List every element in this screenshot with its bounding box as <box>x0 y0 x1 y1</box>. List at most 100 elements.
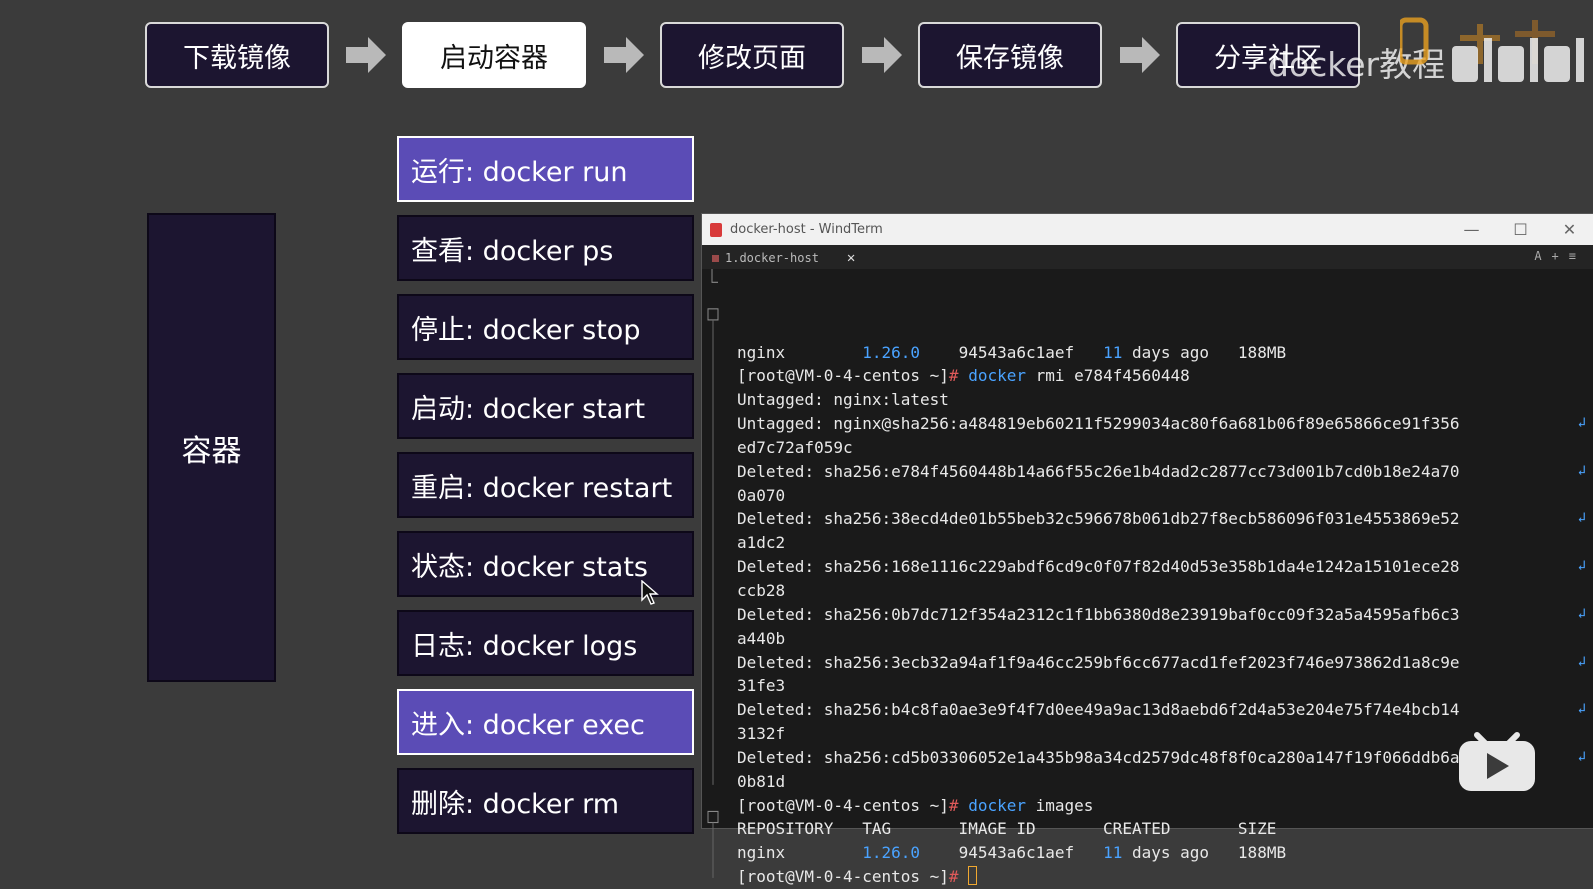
output-line-wrapped: ed7c72af059c <box>737 436 1593 460</box>
command-ps: 查看: docker ps <box>397 215 694 281</box>
prompt: [root@VM-0-4-centos ~] <box>737 366 949 386</box>
output-key: Untagged <box>737 390 815 410</box>
wrapped-text: ed7c72af059c <box>737 437 853 457</box>
output-value: sha256 <box>823 747 882 767</box>
output-value-rest: :a484819eb60211f5299034ac80f6a681b06f89e… <box>948 414 1460 434</box>
tab-tools[interactable]: A+≡ <box>1534 249 1586 263</box>
tab-label: 1.docker-host <box>725 251 819 265</box>
output-line: Deleted: sha256:0b7dc712f354a2312c1f1bb6… <box>737 603 1593 627</box>
output-value-rest: :e784f4560448b14a66f55c26e1b4dad2c2877cc… <box>881 461 1460 481</box>
prompt-line: [root@VM-0-4-centos ~]# docker rmi e784f… <box>737 364 1593 388</box>
tab-docker-host[interactable]: 1.docker-host ✕ <box>712 250 855 266</box>
output-key: Deleted <box>737 509 805 529</box>
arrow-icon <box>1120 37 1160 73</box>
output-value-rest: :38ecd4de01b55beb32c596678b061db27f8ecb5… <box>881 509 1460 529</box>
output-line-wrapped: 31fe3 <box>737 674 1593 698</box>
step-modify-page: 修改页面 <box>660 22 844 88</box>
output-value: nginx@sha256 <box>833 414 949 434</box>
output-value-rest: :cd5b03306052e1a435b98a34cd2579dc48f8f0c… <box>881 747 1460 767</box>
command-exec: 进入: docker exec <box>397 689 694 755</box>
output-value: sha256 <box>823 557 882 577</box>
line-wrap-icon: ↲ <box>1577 558 1586 575</box>
line-wrap-icon: ↲ <box>1577 653 1586 670</box>
output-value: sha256 <box>823 604 882 624</box>
command-restart: 重启: docker restart <box>397 452 694 518</box>
step-download-image: 下载镜像 <box>145 22 329 88</box>
command-name: docker <box>968 795 1026 815</box>
separator: : <box>814 390 834 410</box>
prompt: [root@VM-0-4-centos ~] <box>737 795 949 815</box>
image-id: 94543a6c1aef <box>920 342 1104 362</box>
terminal-title: docker-host - WindTerm <box>730 222 883 237</box>
maximize-icon[interactable]: ☐ <box>1496 214 1545 245</box>
wrapped-text: 0a070 <box>737 485 786 505</box>
image-row: nginx 1.26.0 94543a6c1aef 11 days ago 18… <box>737 341 1593 365</box>
terminal-tab-bar: 1.docker-host ✕ A+≡ <box>702 245 1593 269</box>
tab-close-icon[interactable]: ✕ <box>847 250 855 266</box>
output-value-rest: :0b7dc712f354a2312c1f1bb6380d8e23919baf0… <box>881 604 1460 624</box>
output-key: Deleted <box>737 557 805 577</box>
mouse-cursor-icon <box>641 580 659 605</box>
minimize-icon[interactable]: — <box>1447 214 1496 245</box>
line-wrap-icon: ↲ <box>1577 748 1586 765</box>
command-start: 启动: docker start <box>397 373 694 439</box>
output-value-rest: :b4c8fa0ae3e9f4f7d0ee49a9ac13d8aebd6f2d4… <box>881 700 1460 720</box>
image-id: 94543a6c1aef <box>920 843 1104 863</box>
output-value: sha256 <box>823 700 882 720</box>
container-box: 容器 <box>147 213 276 682</box>
created-size: days ago 188MB <box>1122 843 1287 863</box>
output-key: Deleted <box>737 747 805 767</box>
output-line: Deleted: sha256:3ecb32a94af1f9a46cc259bf… <box>737 651 1593 675</box>
output-line: Deleted: sha256:b4c8fa0ae3e9f4f7d0ee49a9… <box>737 698 1593 722</box>
separator: : <box>804 700 824 720</box>
output-line: Untagged: nginx:latest <box>737 388 1593 412</box>
wrapped-text: ccb28 <box>737 580 786 600</box>
output-line: Deleted: sha256:168e1116c229abdf6cd9c0f0… <box>737 555 1593 579</box>
output-value-rest: :3ecb32a94af1f9a46cc259bf6cc677acd1fef20… <box>881 652 1460 672</box>
output-line: Deleted: sha256:e784f4560448b14a66f55c26… <box>737 460 1593 484</box>
repo-name: nginx <box>737 843 863 863</box>
wrapped-text: a1dc2 <box>737 533 786 553</box>
arrow-icon <box>604 37 644 73</box>
created-number: 11 <box>1103 342 1123 362</box>
terminal-output[interactable]: nginx 1.26.0 94543a6c1aef 11 days ago 18… <box>702 269 1593 889</box>
table-header-text: REPOSITORY TAG IMAGE ID CREATED SIZE <box>737 819 1277 839</box>
output-key: Untagged <box>737 414 815 434</box>
command-stop: 停止: docker stop <box>397 294 694 360</box>
play-badge-icon <box>1459 732 1535 791</box>
line-wrap-icon: ↲ <box>1577 510 1586 527</box>
output-key: Deleted <box>737 461 805 481</box>
output-line-wrapped: a1dc2 <box>737 531 1593 555</box>
command-logs: 日志: docker logs <box>397 610 694 676</box>
command-rm: 删除: docker rm <box>397 768 694 834</box>
output-line: Untagged: nginx@sha256:a484819eb60211f52… <box>737 412 1593 436</box>
separator: : <box>804 557 824 577</box>
fold-gutter <box>707 269 719 878</box>
output-key: Deleted <box>737 604 805 624</box>
prompt-line-current: [root@VM-0-4-centos ~]# <box>737 865 1593 889</box>
image-tag: 1.26.0 <box>862 342 921 362</box>
command-name: docker <box>968 366 1026 386</box>
table-header: REPOSITORY TAG IMAGE ID CREATED SIZE <box>737 817 1593 841</box>
prompt-hash: # <box>948 795 959 815</box>
line-wrap-icon: ↲ <box>1577 701 1586 718</box>
separator: : <box>804 461 824 481</box>
output-line-wrapped: 0a070 <box>737 484 1593 508</box>
line-wrap-icon: ↲ <box>1577 605 1586 622</box>
repo-name: nginx <box>737 342 863 362</box>
arrow-icon <box>862 37 902 73</box>
command-run: 运行: docker run <box>397 136 694 202</box>
close-icon[interactable]: ✕ <box>1545 214 1593 245</box>
command-args: images <box>1026 795 1094 815</box>
wrapped-text: a440b <box>737 628 786 648</box>
terminal-titlebar: docker-host - WindTerm — ☐ ✕ <box>702 214 1593 245</box>
wrapped-text: 0b81d <box>737 771 786 791</box>
output-key: Deleted <box>737 652 805 672</box>
output-value-rest: :latest <box>881 390 949 410</box>
output-value: nginx <box>833 390 882 410</box>
prompt-line: [root@VM-0-4-centos ~]# docker images <box>737 794 1593 818</box>
arrow-icon <box>346 37 386 73</box>
wrapped-text: 31fe3 <box>737 676 786 696</box>
